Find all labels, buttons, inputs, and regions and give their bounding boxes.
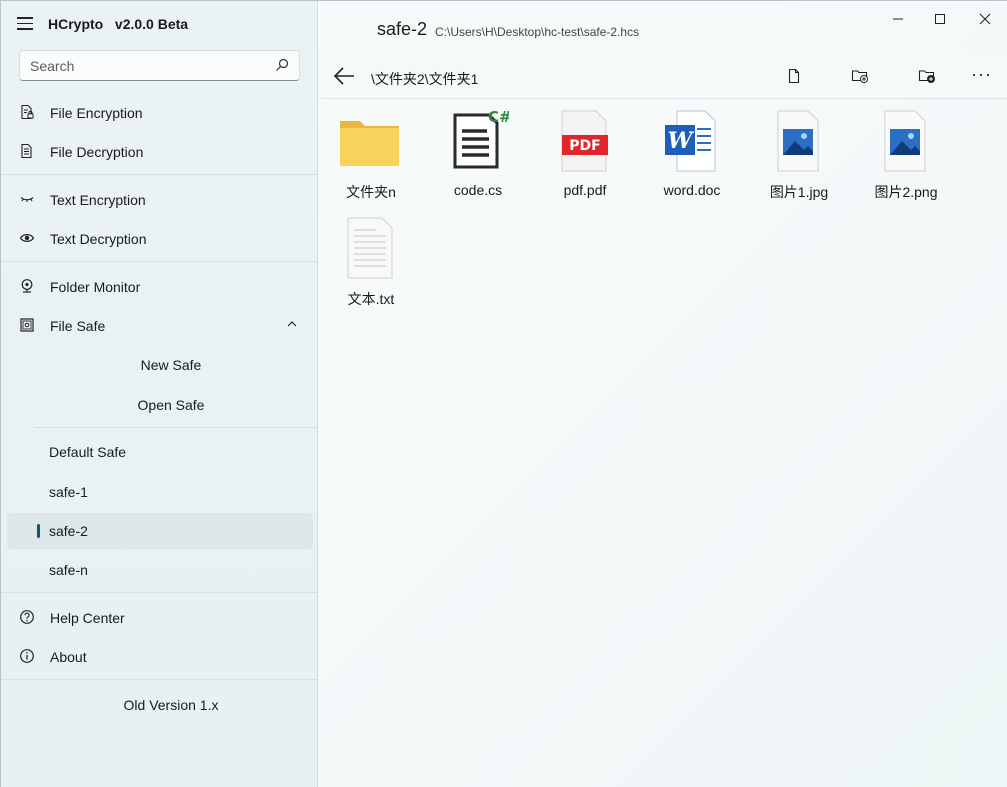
safe-icon	[20, 318, 34, 332]
file-name: 图片1.jpg	[769, 184, 829, 200]
close-button[interactable]	[973, 9, 997, 29]
main-panel: safe-2 C:\Users\H\Desktop\hc-test\safe-2…	[317, 1, 1007, 787]
word-file-icon: W	[665, 110, 716, 172]
folder-add-icon	[851, 70, 868, 83]
nav-safe-2[interactable]: safe-2	[7, 513, 313, 549]
nav-folder-monitor[interactable]: Folder Monitor	[7, 269, 313, 305]
close-icon	[979, 13, 991, 25]
file-name: word.doc	[663, 182, 721, 198]
nav-label: Text Encryption	[50, 192, 146, 208]
nav-open-safe[interactable]: Open Safe	[7, 387, 313, 423]
divider	[1, 679, 317, 680]
file-name: code.cs	[453, 182, 503, 198]
divider	[1, 174, 317, 175]
title-bar: safe-2 C:\Users\H\Desktop\hc-test\safe-2…	[318, 1, 1007, 51]
pdf-badge: PDF	[569, 138, 600, 154]
nav-text-encryption[interactable]: Text Encryption	[7, 182, 313, 218]
minimize-icon	[893, 18, 903, 20]
search-input[interactable]	[20, 51, 270, 80]
text-file-icon	[347, 217, 393, 279]
selection-indicator	[37, 524, 40, 538]
app-title: HCrypto v2.0.0 Beta	[48, 16, 188, 32]
nav-file-decryption[interactable]: File Decryption	[7, 134, 313, 170]
nav-label: Folder Monitor	[50, 279, 141, 295]
nav-label: File Safe	[50, 318, 106, 334]
csharp-badge: C#	[488, 109, 509, 126]
nav-old-version[interactable]: Old Version 1.x	[7, 687, 313, 723]
file-text-icon	[21, 143, 32, 159]
nav-text-decryption[interactable]: Text Decryption	[7, 221, 313, 257]
nav-label: About	[50, 649, 87, 665]
nav-label: New Safe	[140, 357, 202, 373]
new-file-icon	[788, 68, 800, 84]
app-name: HCrypto	[48, 16, 104, 32]
nav-label: safe-1	[49, 484, 88, 500]
safe-path: C:\Users\H\Desktop\hc-test\safe-2.hcs	[435, 25, 640, 39]
more-options-button[interactable]: ···	[971, 65, 992, 83]
file-item[interactable]: 文本.txt	[318, 216, 418, 316]
current-path: \文件夹2\文件夹1	[371, 71, 479, 87]
folder-import-icon	[918, 70, 935, 83]
nav-about[interactable]: About	[7, 639, 313, 675]
pdf-file-icon: PDF	[561, 110, 608, 172]
nav-safe-default[interactable]: Default Safe	[7, 434, 313, 470]
nav-label: safe-n	[49, 562, 88, 578]
app-version: v2.0.0 Beta	[114, 16, 189, 32]
search-box[interactable]	[19, 50, 300, 81]
file-name: 文本.txt	[347, 291, 395, 307]
search-icon[interactable]	[275, 58, 289, 72]
eye-closed-icon	[20, 197, 34, 202]
nav-file-encryption[interactable]: File Encryption	[7, 95, 313, 131]
maximize-button[interactable]	[928, 9, 952, 29]
word-badge: W	[668, 128, 695, 154]
csharp-file-icon: C#	[453, 109, 509, 169]
divider	[34, 427, 317, 428]
file-item[interactable]: W word.doc	[639, 109, 739, 209]
nav-label: Help Center	[50, 610, 125, 626]
image-file-icon	[777, 110, 819, 172]
app-window: HCrypto v2.0.0 Beta File Encryption	[0, 0, 1007, 787]
file-name: pdf.pdf	[563, 182, 607, 198]
info-icon	[20, 649, 34, 663]
divider	[1, 261, 317, 262]
file-item[interactable]: 文件夹n	[318, 109, 418, 209]
nav-file-safe[interactable]: File Safe	[7, 308, 313, 344]
app-header: HCrypto v2.0.0 Beta	[1, 1, 317, 49]
divider	[1, 592, 317, 593]
file-item[interactable]: PDF pdf.pdf	[532, 109, 632, 209]
help-icon	[20, 610, 34, 624]
nav-new-safe[interactable]: New Safe	[7, 347, 313, 383]
nav-label: Default Safe	[49, 444, 127, 460]
minimize-button[interactable]	[886, 9, 910, 29]
file-item[interactable]: 图片2.png	[853, 109, 953, 209]
file-name: 文件夹n	[346, 184, 396, 200]
nav-safe-n[interactable]: safe-n	[7, 552, 313, 588]
safe-title: safe-2	[377, 19, 428, 39]
file-item[interactable]: 图片1.jpg	[746, 109, 846, 209]
add-folder-button[interactable]	[849, 65, 871, 87]
nav-label: Text Decryption	[50, 231, 147, 247]
webcam-icon	[21, 279, 33, 293]
nav-label: safe-2	[49, 523, 88, 539]
eye-icon	[19, 234, 35, 242]
maximize-icon	[935, 14, 945, 24]
nav-safe-1[interactable]: safe-1	[7, 474, 313, 510]
file-name: 图片2.png	[874, 184, 938, 200]
import-folder-button[interactable]	[916, 65, 938, 87]
file-lock-icon	[21, 104, 34, 120]
folder-icon	[340, 121, 399, 166]
nav-label: Old Version 1.x	[123, 697, 219, 713]
hamburger-menu-icon[interactable]	[17, 17, 33, 31]
nav-label: File Encryption	[50, 105, 143, 121]
back-arrow-icon[interactable]	[332, 65, 356, 87]
toolbar: \文件夹2\文件夹1 ···	[318, 53, 1007, 99]
file-item[interactable]: C# code.cs	[425, 109, 525, 209]
chevron-up-icon[interactable]	[287, 319, 297, 329]
new-file-button[interactable]	[783, 65, 805, 87]
nav-label: File Decryption	[50, 144, 144, 160]
nav-help-center[interactable]: Help Center	[7, 600, 313, 636]
nav-label: Open Safe	[137, 397, 205, 413]
image-file-icon	[884, 110, 926, 172]
sidebar: HCrypto v2.0.0 Beta File Encryption	[1, 1, 317, 787]
